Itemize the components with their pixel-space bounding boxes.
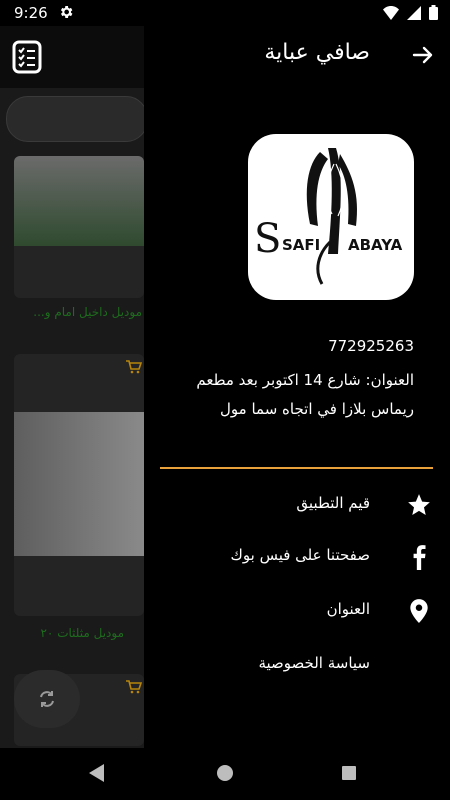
refresh-icon — [40, 691, 54, 707]
menu-item-label: قيم التطبيق — [296, 494, 370, 512]
menu-item-address[interactable]: العنوان — [144, 592, 450, 632]
product-card[interactable] — [14, 354, 144, 616]
system-nav-bar — [0, 748, 450, 800]
safi-abaya-logo-icon: S SAFI ABAYA — [254, 148, 403, 285]
nav-back-icon[interactable] — [89, 764, 105, 782]
product-title: موديل مثلثات ٢٠ — [40, 626, 124, 640]
menu-item-label: صفحتنا على فيس بوك — [230, 546, 370, 564]
drawer-header: صافي عباية — [144, 26, 450, 88]
wifi-icon — [383, 5, 399, 20]
store-address: العنوان: شارع 14 اكتوبر بعد مطعم ريماس ب… — [196, 371, 414, 418]
arrow-right-icon[interactable] — [412, 44, 434, 66]
store-logo: S SAFI ABAYA — [248, 134, 414, 300]
checklist-icon[interactable] — [12, 40, 42, 74]
star-icon — [408, 494, 430, 515]
product-image — [14, 156, 144, 246]
cart-icon[interactable] — [126, 680, 142, 694]
accent-divider — [160, 467, 433, 469]
nav-recents-icon[interactable] — [342, 766, 356, 780]
status-time: 9:26 — [14, 4, 48, 22]
logo-letter-s: S — [254, 216, 281, 262]
store-phone: 772925263 — [328, 337, 414, 355]
settings-gear-icon — [60, 6, 73, 18]
nav-home-icon[interactable] — [217, 765, 233, 781]
signal-icon — [407, 5, 421, 20]
logo-text-left: SAFI — [282, 236, 320, 254]
menu-item-facebook[interactable]: صفحتنا على فيس بوك — [144, 538, 450, 578]
product-image — [14, 412, 144, 556]
logo-text-right: ABAYA — [348, 236, 403, 254]
facebook-icon — [413, 545, 426, 570]
drawer-title: صافي عباية — [264, 40, 370, 65]
location-pin-icon — [410, 599, 428, 623]
menu-item-rate-app[interactable]: قيم التطبيق — [144, 486, 450, 526]
refresh-button[interactable] — [14, 670, 80, 728]
menu-item-label: سياسة الخصوصية — [258, 654, 370, 672]
menu-item-privacy-policy[interactable]: سياسة الخصوصية — [144, 646, 450, 686]
search-bar[interactable] — [6, 96, 148, 142]
product-title: موديل داخيل امام و... — [33, 305, 142, 319]
navigation-drawer: صافي عباية S SAFI ABAYA 772925263 العنوا… — [144, 26, 450, 748]
status-bar: 9:26 — [0, 0, 450, 26]
cart-icon[interactable] — [126, 360, 142, 374]
product-card[interactable] — [14, 156, 144, 298]
battery-icon — [429, 5, 438, 20]
menu-item-label: العنوان — [326, 600, 370, 618]
